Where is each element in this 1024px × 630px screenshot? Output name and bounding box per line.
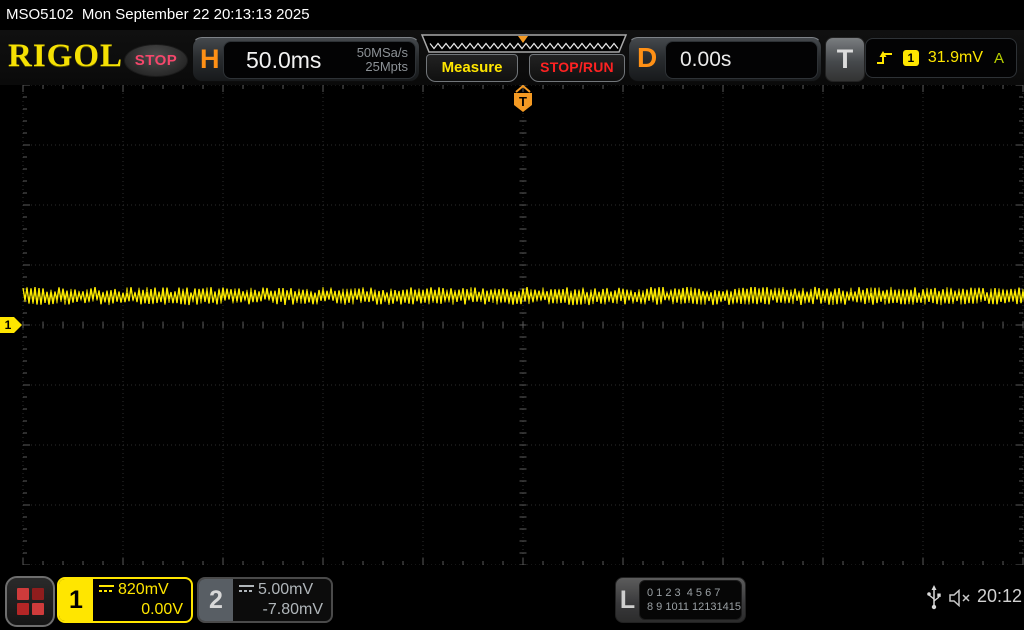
clock: 20:12 xyxy=(977,586,1022,607)
delay-readout: 0.00s xyxy=(665,41,818,79)
logic-channel-list: 0 1 2 3 4 5 6 7 8 9 1011 12131415 xyxy=(639,580,742,620)
channel1-scale: 820mV xyxy=(118,580,169,600)
channel1-offset: 0.00V xyxy=(141,600,183,620)
svg-text:1: 1 xyxy=(5,318,12,332)
oscilloscope-screen: MSO5102 Mon September 22 20:13:13 2025 R… xyxy=(0,0,1024,630)
waveform-overview-strip[interactable] xyxy=(414,34,634,54)
dc-coupling-icon xyxy=(239,585,254,595)
channel1-offset-marker[interactable]: 1 xyxy=(0,317,22,333)
window-title: MSO5102 Mon September 22 20:13:13 2025 xyxy=(0,0,1024,30)
logic-channels-button[interactable]: L 0 1 2 3 4 5 6 7 8 9 1011 12131415 xyxy=(615,577,746,623)
sample-rate: 50MSa/s xyxy=(357,46,408,60)
delay-settings-button[interactable]: D 0.00s xyxy=(628,37,822,82)
logic-row-bottom: 8 9 1011 12131415 xyxy=(647,600,741,614)
rising-edge-icon xyxy=(876,49,894,67)
trigger-mode: A xyxy=(994,50,1004,67)
memory-depth: 25Mpts xyxy=(357,60,408,74)
horizontal-readout: 50.0ms 50MSa/s 25Mpts xyxy=(223,41,416,79)
waveform-display-area: T1 Freq1 ***** FallTime1 ***** RiseTime1… xyxy=(0,85,1024,565)
dc-coupling-icon xyxy=(99,585,114,595)
grid-icon-square xyxy=(32,588,44,600)
overview-waveform-icon xyxy=(414,34,634,54)
grid-icon-square xyxy=(32,603,44,615)
channel2-number: 2 xyxy=(199,579,233,621)
header-bar: RIGOL STOP H 50.0ms 50MSa/s 25Mpts Measu… xyxy=(0,30,1024,85)
graticule-ticks xyxy=(23,85,1023,565)
stop-run-button[interactable]: STOP/RUN xyxy=(529,54,625,82)
function-navigation-button[interactable] xyxy=(5,576,55,627)
trigger-level-value: 31.9mV xyxy=(928,49,983,67)
trigger-settings-button[interactable]: T 1 31.9mV A xyxy=(825,37,1019,80)
speaker-muted-icon[interactable] xyxy=(948,589,974,607)
graticule-and-trace: T1 xyxy=(0,85,1024,565)
logic-row-top: 0 1 2 3 4 5 6 7 xyxy=(647,586,741,600)
trigger-source-badge: 1 xyxy=(903,50,919,66)
grid-icon-square xyxy=(17,603,29,615)
rigol-logo: RIGOL xyxy=(8,38,123,75)
logic-label: L xyxy=(616,578,639,622)
channel1-number: 1 xyxy=(59,579,93,621)
grid-icon-square xyxy=(17,588,29,600)
channel2-offset: -7.80mV xyxy=(263,600,323,620)
channel2-scale: 5.00mV xyxy=(258,580,313,600)
run-state-badge: STOP xyxy=(124,44,188,77)
channel1-values: 820mV 0.00V xyxy=(93,579,191,621)
horizontal-label: H xyxy=(200,44,220,75)
delay-value: 0.00s xyxy=(680,48,731,72)
horizontal-settings-button[interactable]: H 50.0ms 50MSa/s 25Mpts xyxy=(192,37,420,82)
measure-button[interactable]: Measure xyxy=(426,54,518,82)
timebase-value: 50.0ms xyxy=(246,47,357,74)
svg-text:T: T xyxy=(519,94,527,109)
status-bar: 1 820mV 0.00V 2 5.00mV -7.80mV L 0 1 2 3… xyxy=(0,565,1024,630)
delay-label: D xyxy=(637,42,657,74)
usb-icon xyxy=(927,585,941,611)
channel1-status-button[interactable]: 1 820mV 0.00V xyxy=(57,577,193,623)
trigger-label: T xyxy=(825,37,865,82)
channel2-values: 5.00mV -7.80mV xyxy=(233,579,331,621)
acquisition-readout: 50MSa/s 25Mpts xyxy=(357,46,408,73)
channel2-status-button[interactable]: 2 5.00mV -7.80mV xyxy=(197,577,333,623)
grid-icon xyxy=(17,588,44,615)
trigger-readout: 1 31.9mV A xyxy=(865,38,1017,78)
